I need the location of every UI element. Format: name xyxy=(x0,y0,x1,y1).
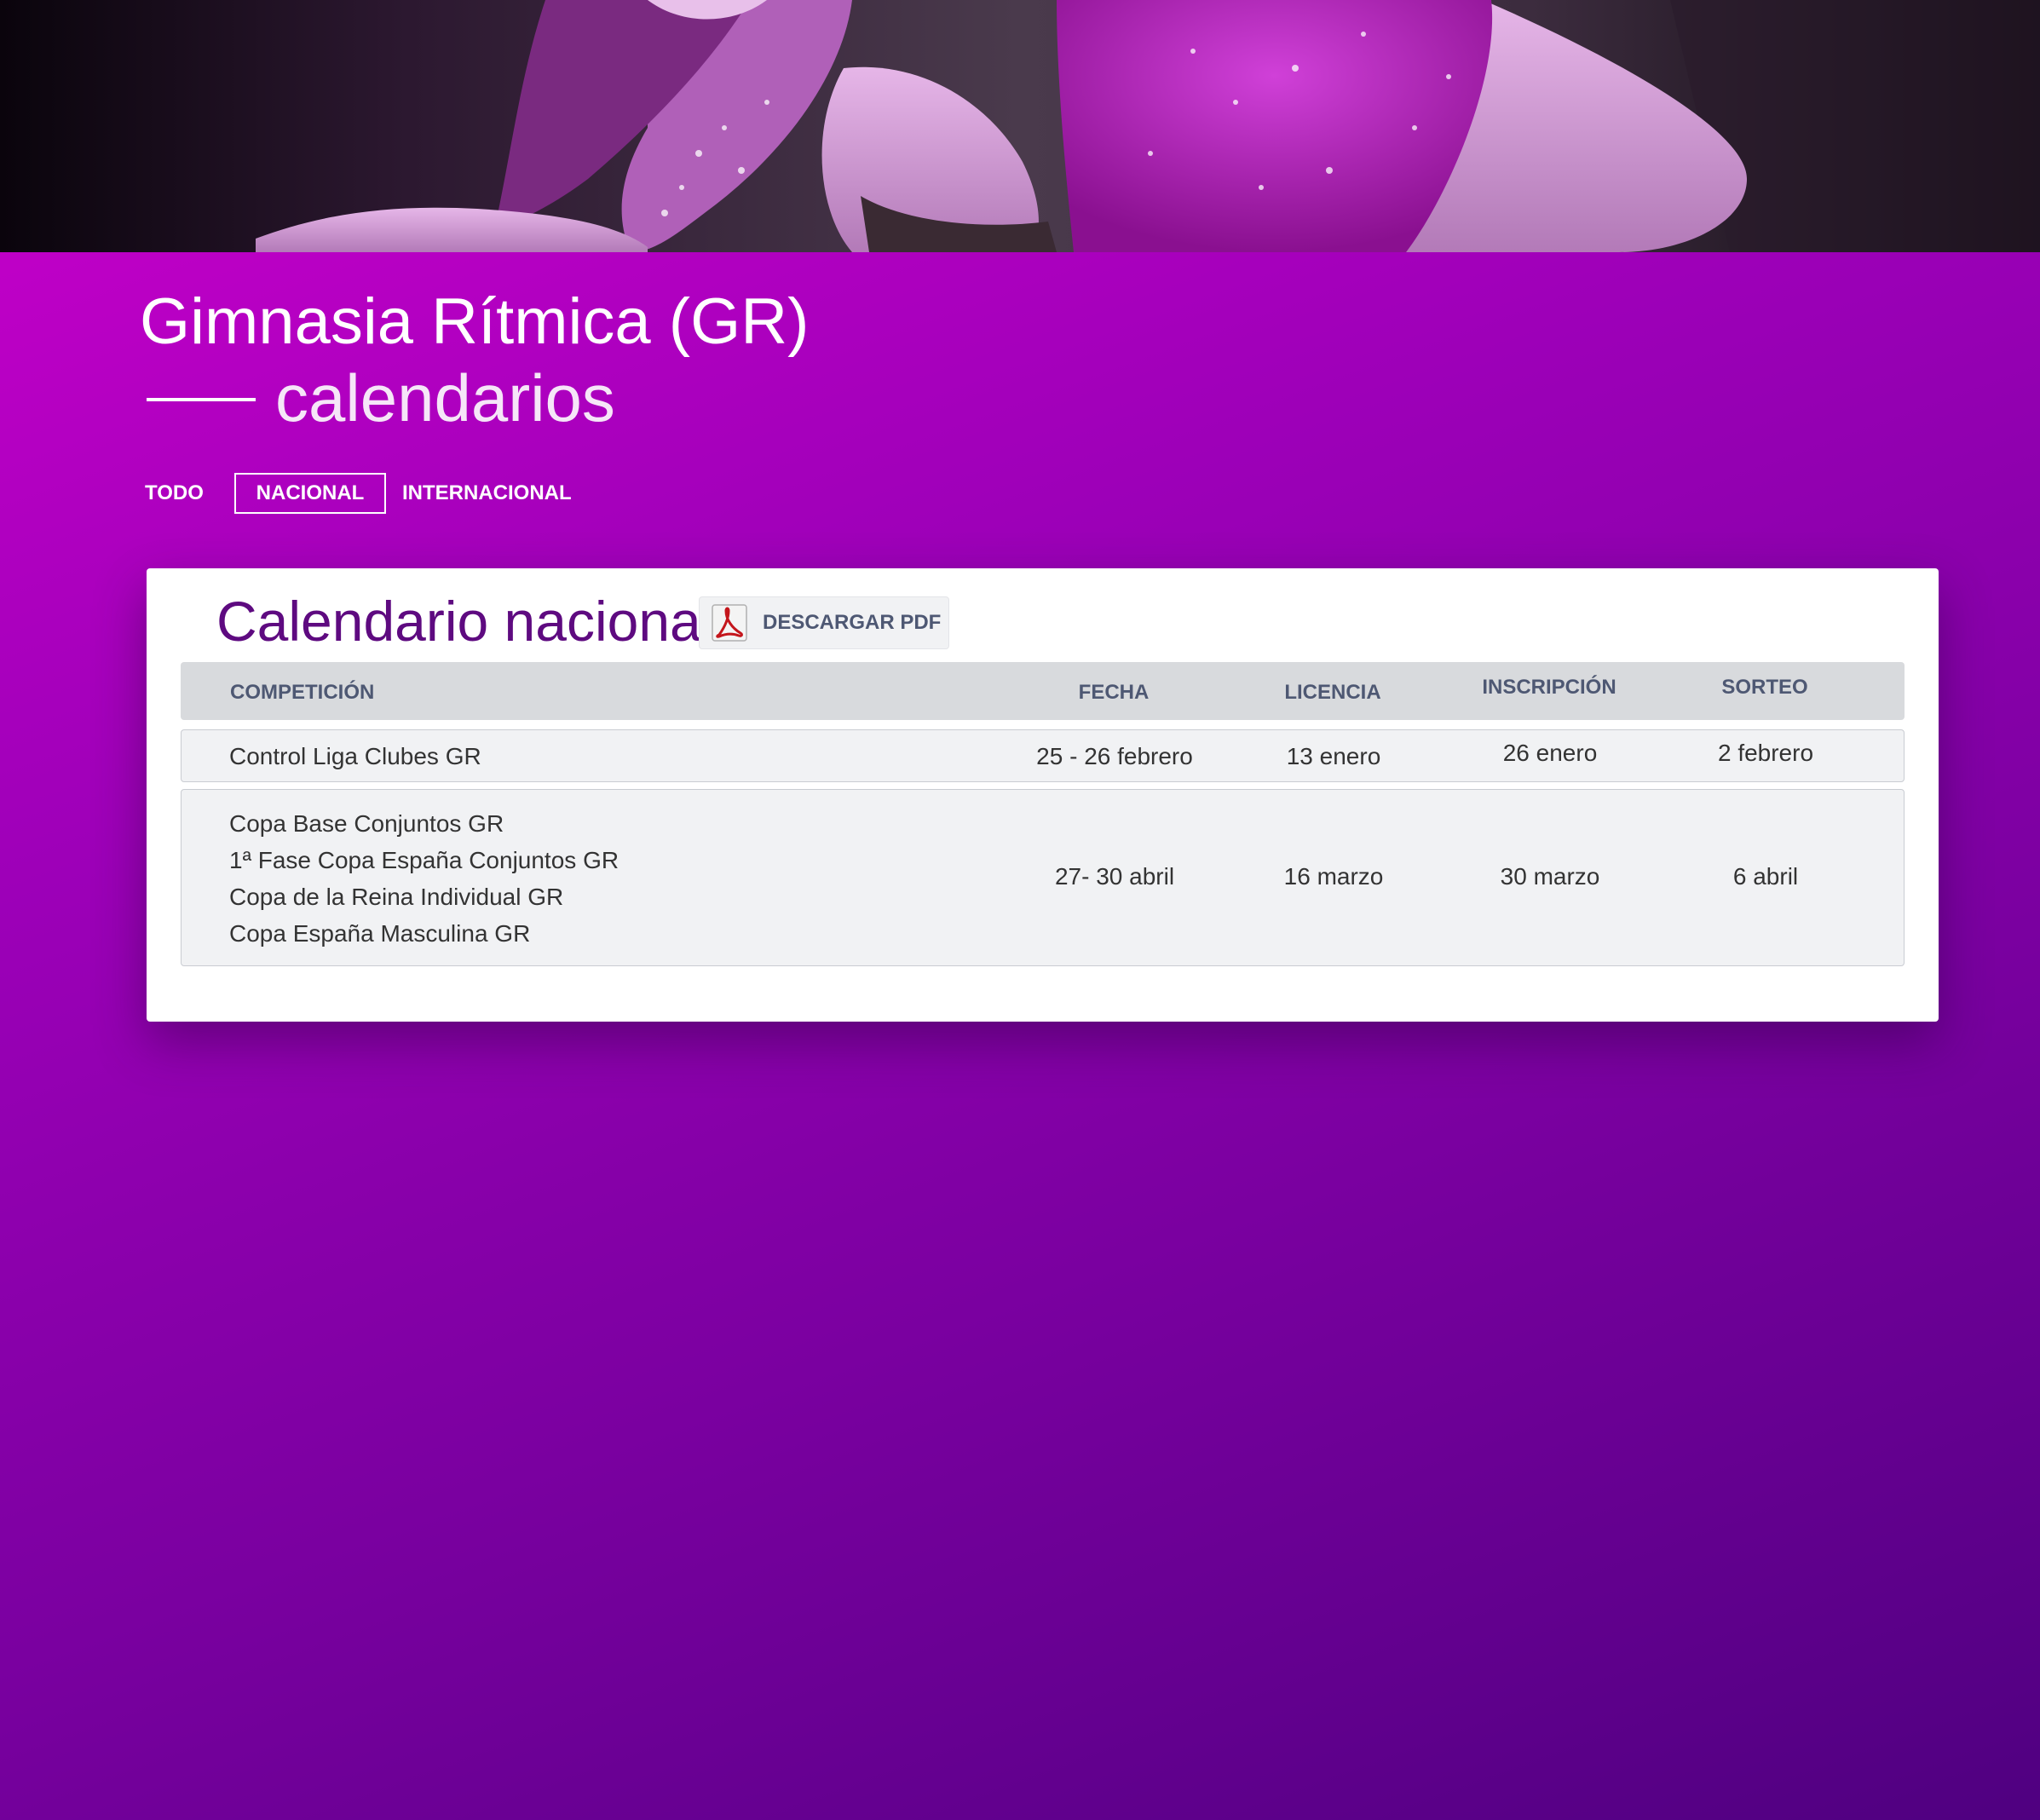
calendar-card: Calendario nacional DESCARGAR PDF COMPET… xyxy=(147,568,1939,1022)
inscripcion-cell: 26 enero xyxy=(1502,740,1598,766)
column-header-competicion: COMPETICIÓN xyxy=(230,681,375,704)
subtitle-divider xyxy=(147,398,256,401)
licencia-cell: 13 enero xyxy=(1286,743,1381,769)
competition-name: Copa Base Conjuntos GR xyxy=(229,810,504,837)
competition-name: Control Liga Clubes GR xyxy=(229,743,481,769)
inscripcion-cell: 30 marzo xyxy=(1500,863,1600,890)
competition-list: Copa Base Conjuntos GR 1ª Fase Copa Espa… xyxy=(229,805,619,952)
licencia-cell: 16 marzo xyxy=(1283,863,1384,890)
hero-banner xyxy=(0,0,2040,252)
download-pdf-label: DESCARGAR PDF xyxy=(763,611,942,634)
sorteo-cell: 2 febrero xyxy=(1717,740,1814,766)
filter-internacional[interactable]: INTERNACIONAL xyxy=(402,483,572,504)
pdf-icon xyxy=(712,604,747,642)
sorteo-cell: 6 abril xyxy=(1732,863,1799,890)
competition-name: Copa España Masculina GR xyxy=(229,920,531,947)
filter-todo[interactable]: TODO xyxy=(145,483,204,504)
calendar-title: Calendario nacional xyxy=(216,590,714,653)
page-title: Gimnasia Rítmica (GR) xyxy=(140,285,810,358)
table-header: COMPETICIÓN FECHA LICENCIA INSCRIPCIÓN S… xyxy=(181,662,1905,720)
column-header-inscripcion: INSCRIPCIÓN xyxy=(1482,676,1616,699)
table-row: Control Liga Clubes GR 25 - 26 febrero 1… xyxy=(181,729,1905,782)
column-header-sorteo: SORTEO xyxy=(1721,676,1808,699)
fecha-cell: 25 - 26 febrero xyxy=(1036,743,1193,769)
gymnast-photo xyxy=(256,0,2040,252)
fecha-cell: 27- 30 abril xyxy=(1054,863,1175,890)
competition-name: 1ª Fase Copa España Conjuntos GR xyxy=(229,847,619,873)
filter-nacional[interactable]: NACIONAL xyxy=(234,473,386,514)
page-subtitle: calendarios xyxy=(275,360,615,435)
column-header-licencia: LICENCIA xyxy=(1284,681,1381,704)
competition-name: Copa de la Reina Individual GR xyxy=(229,884,564,910)
table-row: Copa Base Conjuntos GR 1ª Fase Copa Espa… xyxy=(181,789,1905,966)
download-pdf-button[interactable]: DESCARGAR PDF xyxy=(699,596,949,649)
column-header-fecha: FECHA xyxy=(1078,681,1150,704)
